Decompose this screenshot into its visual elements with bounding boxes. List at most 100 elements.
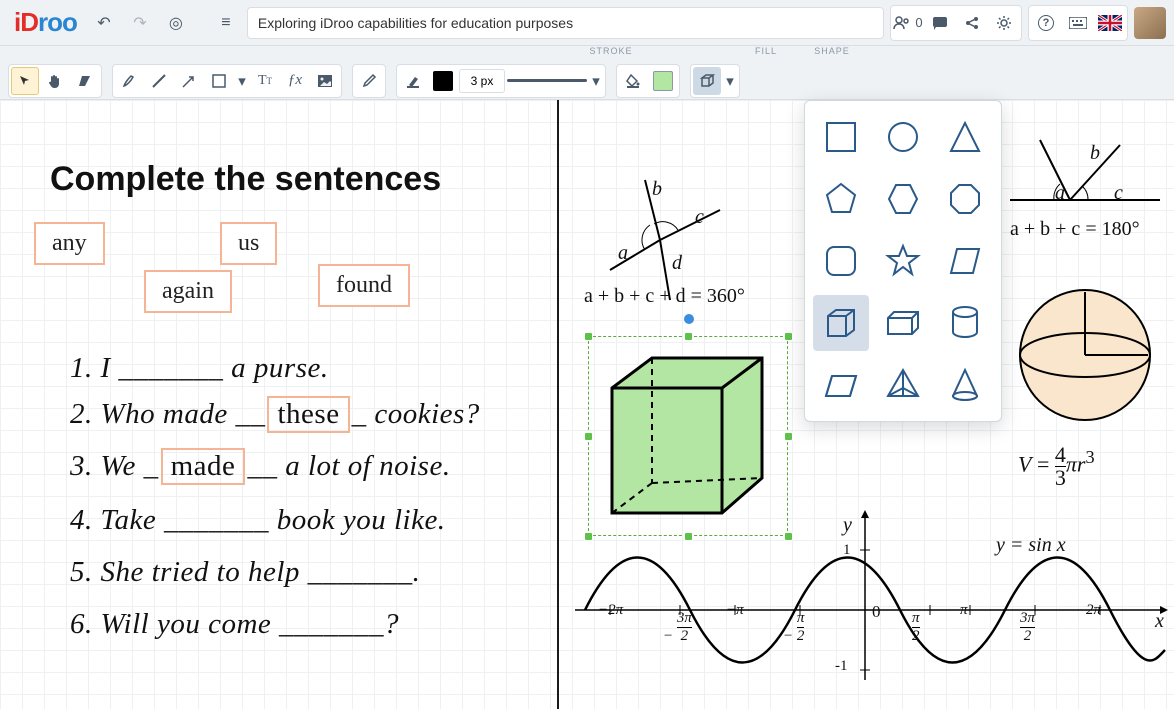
rect-tool[interactable]	[205, 67, 233, 95]
shape-octagon[interactable]	[937, 171, 993, 227]
rect-dropdown[interactable]: ▾	[235, 67, 249, 95]
shape-star[interactable]	[875, 233, 931, 289]
language-button[interactable]	[1095, 8, 1125, 38]
tick-m3pi2: − 3π2	[663, 610, 692, 645]
tick-mpi: −π	[726, 602, 744, 619]
shape-dropdown[interactable]: ▾	[723, 67, 737, 95]
shape-rounded-square[interactable]	[813, 233, 869, 289]
handle-ne[interactable]	[784, 332, 793, 341]
pen-tool[interactable]	[115, 67, 143, 95]
formula-tool[interactable]: ƒx	[281, 67, 309, 95]
shape-triangle[interactable]	[937, 109, 993, 165]
share-button[interactable]	[957, 8, 987, 38]
stroke-preview[interactable]	[507, 69, 587, 93]
handle-n[interactable]	[684, 332, 693, 341]
handle-nw[interactable]	[584, 332, 593, 341]
shape-circle[interactable]	[875, 109, 931, 165]
eq-360: a + b + c + d = 360°	[584, 285, 745, 308]
shape-pyramid[interactable]	[875, 357, 931, 413]
help-icon: ?	[1038, 15, 1054, 31]
hand-icon	[47, 73, 63, 89]
top-bar: iDroo ↶ ↷ ◎ ≡ Exploring iDroo capabiliti…	[0, 0, 1174, 46]
stroke-color-button[interactable]	[429, 67, 457, 95]
sphere-shape	[1010, 280, 1160, 430]
image-tool[interactable]	[311, 67, 339, 95]
shape-cylinder[interactable]	[937, 295, 993, 351]
shape-cube[interactable]	[813, 295, 869, 351]
eyedropper-icon	[361, 73, 377, 89]
stroke-width-input[interactable]: 3 px	[459, 69, 505, 93]
handle-e[interactable]	[784, 432, 793, 441]
fill-color-button[interactable]	[649, 67, 677, 95]
gear-icon	[996, 15, 1012, 31]
word-found[interactable]: found	[318, 264, 410, 307]
sentence-2: 2. Who made __these_ cookies?	[70, 396, 480, 433]
line-icon	[151, 73, 167, 89]
fill-tool[interactable]	[619, 67, 647, 95]
shape-prism[interactable]	[813, 357, 869, 413]
undo-button[interactable]: ↶	[89, 8, 119, 38]
tick-pi2: π2	[912, 610, 920, 645]
arrow-tool[interactable]	[175, 67, 203, 95]
s3-box-made[interactable]: made	[161, 448, 246, 485]
sentence-5: 5. She tried to help _______.	[70, 556, 420, 589]
shape-hexagon[interactable]	[875, 171, 931, 227]
image-icon	[317, 74, 333, 88]
lbl-b2: b	[1090, 142, 1100, 165]
logo-part1: iD	[14, 7, 38, 37]
tick-m2pi: −2π	[598, 602, 623, 619]
share-icon	[964, 15, 980, 31]
logo-part2: roo	[38, 7, 77, 37]
tick-2pi: 2π	[1086, 602, 1101, 619]
shape-tool[interactable]	[693, 67, 721, 95]
text-tool[interactable]: TT	[251, 67, 279, 95]
word-any[interactable]: any	[34, 222, 105, 265]
shape-square[interactable]	[813, 109, 869, 165]
fill-color-swatch	[653, 71, 673, 91]
keyboard-icon	[1069, 17, 1087, 29]
label-shape: SHAPE	[802, 46, 862, 62]
menu-icon[interactable]: ≡	[211, 8, 241, 38]
select-tool[interactable]	[11, 67, 39, 95]
shape-cuboid[interactable]	[875, 295, 931, 351]
sin-label: y = sin x	[996, 534, 1066, 557]
keyboard-button[interactable]	[1063, 8, 1093, 38]
stroke-style-button[interactable]	[399, 67, 427, 95]
word-again[interactable]: again	[144, 270, 232, 313]
y-axis-label: y	[843, 514, 852, 537]
handle-w[interactable]	[584, 432, 593, 441]
s2-box-these[interactable]: these	[267, 396, 349, 433]
toolbar: ▾ TT ƒx 3 px ▾ ▾	[0, 62, 1174, 100]
line-tool[interactable]	[145, 67, 173, 95]
lbl-c1: c	[695, 206, 704, 229]
tick-pi: π	[960, 602, 968, 619]
chat-button[interactable]	[925, 8, 955, 38]
stroke-preview-dropdown[interactable]: ▾	[589, 67, 603, 95]
volume-formula: V = 43πr3	[1018, 444, 1095, 489]
shape-cone[interactable]	[937, 357, 993, 413]
canvas[interactable]: Complete the sentences any us again foun…	[0, 100, 1174, 709]
participants-button[interactable]: 0	[893, 8, 923, 38]
eraser-tool[interactable]	[71, 67, 99, 95]
eyedropper-tool[interactable]	[355, 67, 383, 95]
sentence-6: 6. Will you come _______?	[70, 608, 399, 641]
sentence-4: 4. Take _______ book you like.	[70, 504, 446, 537]
sine-graph	[575, 500, 1174, 700]
avatar[interactable]	[1134, 7, 1166, 39]
board-title-text: Exploring iDroo capabilities for educati…	[258, 15, 573, 31]
flag-uk-icon	[1098, 15, 1122, 31]
help-button[interactable]: ?	[1031, 8, 1061, 38]
shape-pentagon[interactable]	[813, 171, 869, 227]
rotate-handle[interactable]	[684, 314, 694, 324]
pen-icon	[121, 73, 137, 89]
word-us[interactable]: us	[220, 222, 277, 265]
settings-button[interactable]	[989, 8, 1019, 38]
redo-button[interactable]: ↷	[125, 8, 155, 38]
lbl-a1: a	[618, 242, 628, 265]
vertical-divider	[557, 100, 559, 709]
label-fill: FILL	[730, 46, 802, 62]
shape-parallelogram[interactable]	[937, 233, 993, 289]
target-button[interactable]: ◎	[161, 8, 191, 38]
pan-tool[interactable]	[41, 67, 69, 95]
board-title-input[interactable]: Exploring iDroo capabilities for educati…	[247, 7, 884, 39]
